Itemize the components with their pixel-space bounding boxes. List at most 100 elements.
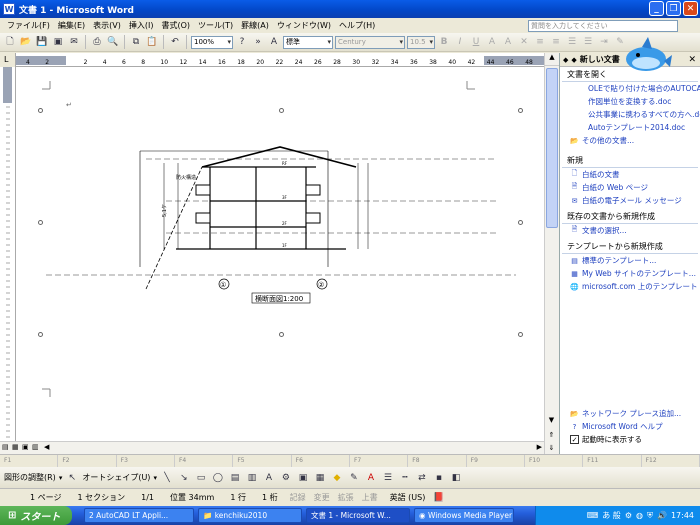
menu-help[interactable]: ヘルプ(H) bbox=[335, 20, 379, 31]
diagram-icon[interactable]: ⚙ bbox=[279, 471, 293, 485]
forward-icon[interactable]: ◆ bbox=[571, 56, 576, 64]
bold-icon[interactable]: B bbox=[437, 35, 451, 49]
taskbar-item-autocad[interactable]: 2 AutoCAD LT Appli... bbox=[84, 508, 194, 523]
taskbar-item-word[interactable]: 文書 1 - Microsoft W... bbox=[306, 508, 410, 523]
scroll-down-icon[interactable]: ▼ bbox=[545, 416, 558, 424]
underline-icon[interactable]: U bbox=[469, 35, 483, 49]
3d-icon[interactable]: ◧ bbox=[449, 471, 463, 485]
recent-file[interactable]: OLEで貼り付けた場合のAUTOCAD図... bbox=[560, 82, 700, 95]
keyboard-icon[interactable]: ⌨ bbox=[587, 511, 599, 520]
permission-icon[interactable]: ▣ bbox=[51, 35, 65, 49]
blank-doc-link[interactable]: 🗋 白紙の文書 bbox=[560, 168, 700, 181]
shadow-icon[interactable]: ▪ bbox=[432, 471, 446, 485]
menu-tools[interactable]: ツール(T) bbox=[194, 20, 237, 31]
vertical-textbox-icon[interactable]: ▥ bbox=[245, 471, 259, 485]
scroll-up-icon[interactable]: ▲ bbox=[545, 53, 559, 66]
fkey[interactable]: F5 bbox=[233, 455, 292, 467]
selection-handle[interactable] bbox=[38, 332, 43, 337]
recent-file[interactable]: 作図単位を変換する.doc bbox=[560, 95, 700, 108]
align-center-icon[interactable]: ≡ bbox=[549, 35, 563, 49]
selection-handle[interactable] bbox=[279, 332, 284, 337]
ime-tools-icon[interactable]: ⚙ bbox=[625, 511, 632, 520]
selection-handle[interactable] bbox=[518, 332, 523, 337]
wordart-icon[interactable]: A bbox=[262, 471, 276, 485]
help-icon[interactable]: ? bbox=[235, 35, 249, 49]
network-place-link[interactable]: 📂 ネットワーク プレース追加... bbox=[560, 407, 700, 420]
spelling-book-icon[interactable]: 📕 bbox=[433, 493, 444, 503]
menu-insert[interactable]: 挿入(I) bbox=[125, 20, 158, 31]
recent-file[interactable]: 公共事業に携わるすべての方へ.doc bbox=[560, 108, 700, 121]
web-template-link[interactable]: ▦ My Web サイトのテンプレート... bbox=[560, 267, 700, 280]
selection-handle[interactable] bbox=[38, 108, 43, 113]
select-objects-icon[interactable]: ↖ bbox=[65, 471, 79, 485]
print-view-icon[interactable]: ▣ bbox=[22, 443, 29, 451]
selection-handle[interactable] bbox=[518, 108, 523, 113]
volume-icon[interactable]: 🔊 bbox=[657, 511, 667, 520]
scroll-left-icon[interactable]: ◀ bbox=[44, 443, 49, 451]
start-button[interactable]: ⊞ スタート bbox=[0, 506, 72, 525]
document-page[interactable]: ↵ 防火構造 5,1ケ RF 3F 2F 1F ① ② 横断面図1:200 bbox=[16, 67, 544, 441]
rectangle-icon[interactable]: ▭ bbox=[194, 471, 208, 485]
vertical-scrollbar[interactable]: ▲ ▼ ⇑ ⇓ bbox=[544, 53, 559, 454]
status-ovr[interactable]: 上書 bbox=[358, 492, 382, 503]
scroll-right-icon[interactable]: ▶ bbox=[537, 443, 542, 451]
picture-icon[interactable]: ▦ bbox=[313, 471, 327, 485]
indent-icon[interactable]: ⇥ bbox=[597, 35, 611, 49]
selection-handle[interactable] bbox=[38, 220, 43, 225]
task-pane-close-icon[interactable]: ✕ bbox=[688, 55, 696, 65]
maximize-button[interactable]: ❐ bbox=[666, 1, 681, 16]
menu-format[interactable]: 書式(O) bbox=[157, 20, 194, 31]
horizontal-scrollbar[interactable]: ▤ ▦ ▣ ▥ ◀ ▶ bbox=[0, 441, 544, 454]
fkey[interactable]: F1 bbox=[0, 455, 59, 467]
fkey[interactable]: F6 bbox=[292, 455, 350, 467]
align-left-icon[interactable]: ≡ bbox=[533, 35, 547, 49]
undo-icon[interactable]: ↶ bbox=[168, 35, 182, 49]
selection-handle[interactable] bbox=[518, 220, 523, 225]
styles-icon[interactable]: A bbox=[267, 35, 281, 49]
security-icon[interactable]: ⛨ bbox=[647, 511, 653, 521]
web-view-icon[interactable]: ▦ bbox=[12, 443, 19, 451]
fkey[interactable]: F8 bbox=[408, 455, 467, 467]
recent-file[interactable]: Autoテンプレート2014.doc bbox=[560, 121, 700, 134]
copy-icon[interactable]: ⧉ bbox=[129, 35, 143, 49]
open-icon[interactable]: 📂 bbox=[19, 35, 33, 49]
online-template-link[interactable]: 🌐 microsoft.com 上のテンプレート bbox=[560, 280, 700, 293]
clipart-icon[interactable]: ▣ bbox=[296, 471, 310, 485]
network-icon[interactable]: ◍ bbox=[636, 511, 643, 520]
menu-view[interactable]: 表示(V) bbox=[89, 20, 125, 31]
close-button[interactable]: ✕ bbox=[683, 1, 698, 16]
menu-edit[interactable]: 編集(E) bbox=[54, 20, 89, 31]
blank-web-link[interactable]: 🗎 白紙の Web ページ bbox=[560, 181, 700, 194]
vertical-ruler[interactable] bbox=[0, 67, 16, 441]
scroll-thumb[interactable] bbox=[546, 68, 558, 228]
line-icon[interactable]: ╲ bbox=[160, 471, 174, 485]
normal-view-icon[interactable]: ▤ bbox=[2, 443, 9, 451]
status-rec[interactable]: 記録 bbox=[286, 492, 310, 503]
char-shading-icon[interactable]: A bbox=[501, 35, 515, 49]
prev-page-icon[interactable]: ⇑ bbox=[545, 431, 558, 439]
fkey[interactable]: F10 bbox=[525, 455, 584, 467]
back-icon[interactable]: ◆ bbox=[563, 56, 568, 64]
ime-mode[interactable]: あ 般 bbox=[602, 510, 621, 521]
line-style-icon[interactable]: ☰ bbox=[381, 471, 395, 485]
fkey[interactable]: F3 bbox=[117, 455, 175, 467]
status-ext[interactable]: 拡張 bbox=[334, 492, 358, 503]
more-docs-link[interactable]: 📂 その他の文書... bbox=[560, 134, 700, 147]
font-color-icon[interactable]: A bbox=[364, 471, 378, 485]
fill-color-icon[interactable]: ◆ bbox=[330, 471, 344, 485]
new-doc-icon[interactable]: 🗋 bbox=[3, 35, 17, 49]
print-icon[interactable]: ⎙ bbox=[90, 35, 104, 49]
fkey[interactable]: F9 bbox=[467, 455, 525, 467]
horizontal-ruler[interactable]: 4 2 2 4 6 8 10 12 14 16 18 20 22 24 26 28 30 32 34 36 38 40 42… bbox=[16, 53, 544, 67]
line-color-icon[interactable]: ✎ bbox=[347, 471, 361, 485]
textbox-icon[interactable]: ▤ bbox=[228, 471, 242, 485]
fkey[interactable]: F11 bbox=[583, 455, 642, 467]
blank-email-link[interactable]: ✉ 白紙の電子メール メッセージ bbox=[560, 194, 700, 207]
paste-icon[interactable]: 📋 bbox=[145, 35, 159, 49]
standard-template-link[interactable]: ▤ 標準のテンプレート... bbox=[560, 254, 700, 267]
print-preview-icon[interactable]: 🔍 bbox=[106, 35, 120, 49]
italic-icon[interactable]: I bbox=[453, 35, 467, 49]
font-select[interactable]: Century bbox=[335, 35, 405, 49]
office-assistant-dolphin-icon[interactable] bbox=[620, 35, 672, 79]
oval-icon[interactable]: ◯ bbox=[211, 471, 225, 485]
